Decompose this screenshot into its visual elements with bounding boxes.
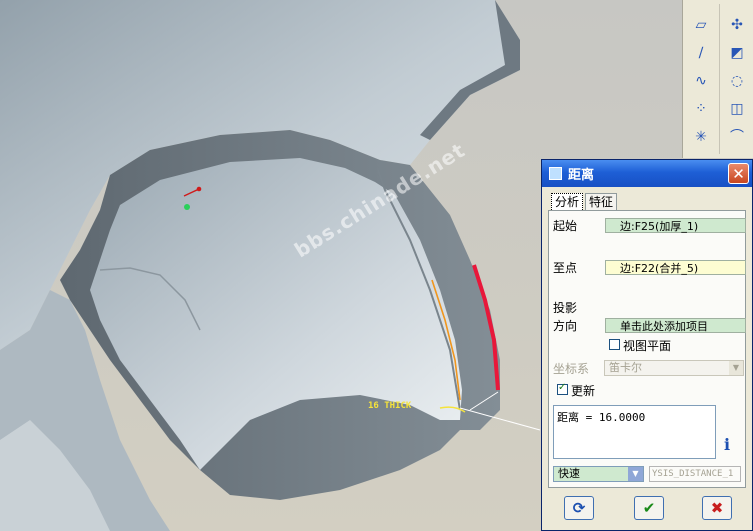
analysis-mode-select[interactable]: 快速 ▼	[553, 466, 644, 482]
direction-label: 方向	[553, 319, 578, 333]
check-icon: ✓	[558, 382, 567, 393]
datum-plane-icon[interactable]: ▱	[689, 14, 713, 36]
analysis-mode-value: 快速	[558, 467, 580, 480]
repeat-button[interactable]: ⟳	[564, 496, 594, 520]
view-plane-checkbox[interactable]	[609, 339, 620, 350]
from-collector[interactable]: 边:F25(加厚_1)	[605, 218, 746, 233]
surface-icon[interactable]: ◫	[725, 98, 749, 120]
thickness-annotation: 16 THICK	[368, 401, 412, 411]
ok-button[interactable]: ✔	[634, 496, 664, 520]
feature-toolbar: ▱ ✣ ∕ ◩ ∿ ◌ ⁘ ◫ ✳ ⌒	[682, 0, 753, 158]
datum-axis-icon[interactable]: ✣	[725, 14, 749, 36]
result-text-area[interactable]: 距离 = 16.0000	[553, 405, 716, 459]
cancel-button[interactable]: ✖	[702, 496, 732, 520]
tab-feature[interactable]: 特征	[585, 193, 618, 211]
update-checkbox[interactable]: ✓	[557, 382, 568, 395]
check-icon: ✔	[642, 499, 656, 517]
coord-system-label: 坐标系	[553, 362, 590, 376]
datum-axis-line-icon[interactable]: ∕	[689, 42, 713, 64]
chevron-down-icon: ▼	[628, 467, 643, 481]
sweep-icon[interactable]: ◌	[725, 70, 749, 92]
to-collector[interactable]: 边:F22(合并_5)	[605, 260, 746, 275]
close-button[interactable]: ✕	[728, 163, 749, 184]
distance-dialog: 距离 ✕ 分析 特征 起始 边:F25(加厚_1) 至点 边:F22(合并_5)…	[541, 159, 753, 531]
update-label: 更新	[571, 384, 596, 398]
toolbar-separator	[719, 4, 720, 154]
coord-system-value: 笛卡尔	[609, 361, 642, 374]
analysis-name-field[interactable]: YSIS_DISTANCE_1	[649, 466, 741, 482]
dialog-titlebar[interactable]: 距离 ✕	[542, 160, 752, 187]
chevron-down-icon: ▼	[729, 361, 743, 375]
view-plane-label: 视图平面	[623, 339, 672, 353]
fill-icon[interactable]: ◩	[725, 42, 749, 64]
close-icon: ✖	[710, 499, 724, 517]
dialog-title: 距离	[568, 168, 595, 183]
direction-collector[interactable]: 单击此处添加项目	[605, 318, 746, 333]
coord-system-select[interactable]: 笛卡尔 ▼	[604, 360, 744, 376]
coord-system-icon[interactable]: ✳	[689, 126, 713, 148]
datum-point-icon[interactable]: ⁘	[689, 98, 713, 120]
window-icon	[549, 167, 562, 180]
projection-label: 投影	[553, 301, 578, 315]
to-label: 至点	[553, 261, 578, 275]
sketch-curve-icon[interactable]: ∿	[689, 70, 713, 92]
boundary-blend-icon[interactable]: ⌒	[725, 126, 749, 148]
distance-result: 距离 = 16.0000	[557, 411, 646, 424]
analysis-panel: 起始 边:F25(加厚_1) 至点 边:F22(合并_5) 投影 方向 单击此处…	[548, 210, 746, 488]
from-label: 起始	[553, 219, 578, 233]
info-icon[interactable]: i	[724, 435, 738, 455]
refresh-icon: ⟳	[572, 499, 586, 517]
